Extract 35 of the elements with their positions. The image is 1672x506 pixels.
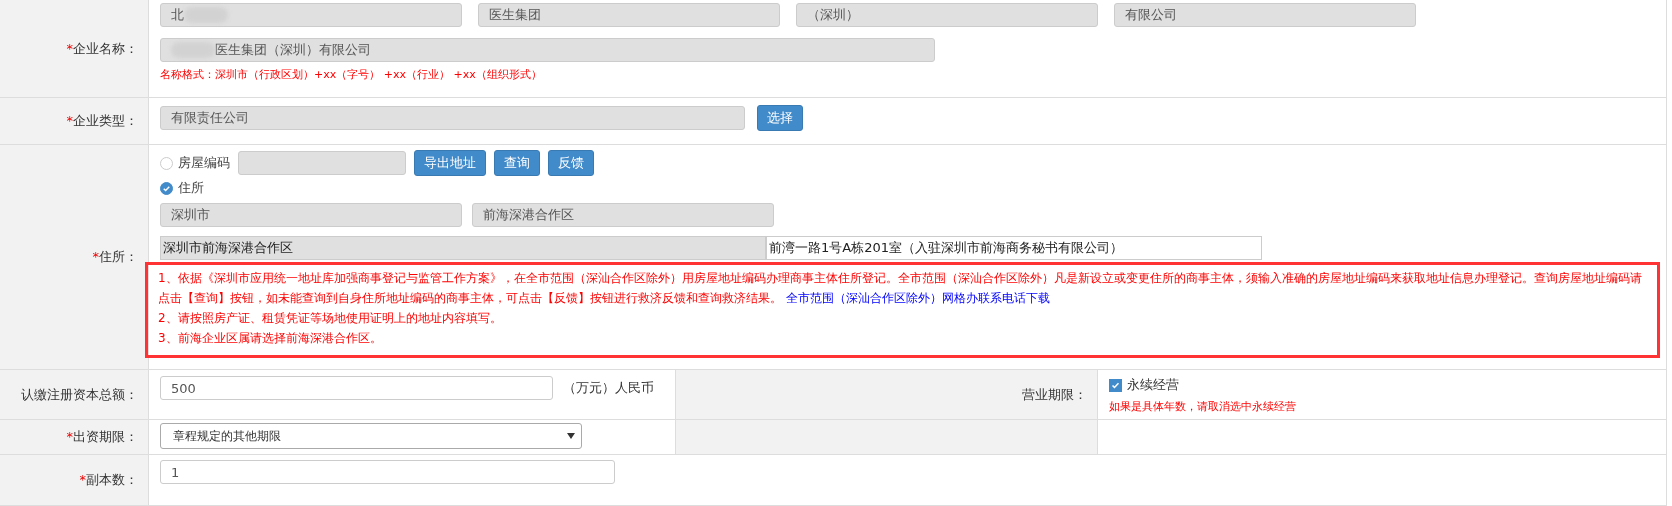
checkbox[interactable]: 永续经营 — [1109, 376, 1666, 394]
format-hint: 名称格式：深圳市（行政区划）+xx（字号） +xx（行业） +xx（组织形式） — [160, 67, 543, 82]
notice-text: 1、依据《深圳市应用统一地址库加强商事登记与监管工作方案》，在全市范围（深汕合作区除外）用房屋地址编码办理商事主体住所登记。全市范围（深汕合作区除外）凡是新设立或变更住所的商事主体，须输入准确的房屋地址编码来获取地址信息办理登记。查询房屋地址编码请点击【查询】按钮，如未能查询到自身住所地址编码的商事主体，可点击【反馈】按钮进行救济反馈和查询救济结果。 全市范围（深汕合作区除外）网格办联系电话下载 — [158, 270, 1643, 307]
field-label: *住所： — [92, 248, 138, 266]
button[interactable]: 导出地址 — [414, 150, 486, 176]
download-link[interactable]: 全市范围（深汕合作区除外）网格办联系电话下载 — [785, 291, 1050, 305]
notice-text: 2、请按照房产证、租赁凭证等场地使用证明上的地址内容填写。 — [158, 310, 503, 327]
input-field[interactable]: 1 — [160, 460, 615, 484]
term-hint: 如果是具体年数，请取消选中永续经营 — [1109, 399, 1297, 414]
input-field[interactable]: 前湾一路1号A栋201室（入驻深圳市前海商务秘书有限公司） — [766, 236, 1262, 260]
input-field[interactable]: 有限责任公司 — [160, 106, 745, 130]
radio-button[interactable]: 住所 — [160, 179, 204, 197]
field-label: 营业期限： — [1022, 385, 1087, 404]
dropdown[interactable]: 章程规定的其他期限 — [160, 423, 582, 449]
button[interactable]: 反馈 — [548, 150, 594, 176]
field-label: *企业名称： — [66, 39, 138, 58]
field-label: *副本数： — [79, 471, 138, 489]
input-field[interactable]: 医生集团（深圳）有限公司 — [160, 38, 935, 62]
unit-label: （万元）人民币 — [563, 379, 654, 397]
caret-icon — [567, 433, 575, 439]
button[interactable]: 查询 — [494, 150, 540, 176]
button[interactable]: 选择 — [757, 105, 803, 131]
field-label: *企业类型： — [66, 112, 138, 130]
input-field[interactable]: 北 — [160, 3, 462, 27]
field-label: *出资期限： — [66, 428, 138, 446]
input-field[interactable] — [238, 151, 406, 175]
input-field[interactable]: （深圳） — [796, 3, 1098, 27]
field-label: 认缴注册资本总额： — [21, 385, 138, 404]
notice-text: 3、前海企业区属请选择前海深港合作区。 — [158, 330, 383, 347]
input-field[interactable]: 有限公司 — [1114, 3, 1416, 27]
input-field[interactable]: 前海深港合作区 — [472, 203, 774, 227]
radio-button[interactable]: 房屋编码 — [160, 154, 230, 172]
input-field[interactable]: 深圳市 — [160, 203, 462, 227]
input-field[interactable]: 500 — [160, 376, 553, 400]
input-field[interactable]: 医生集团 — [478, 3, 780, 27]
